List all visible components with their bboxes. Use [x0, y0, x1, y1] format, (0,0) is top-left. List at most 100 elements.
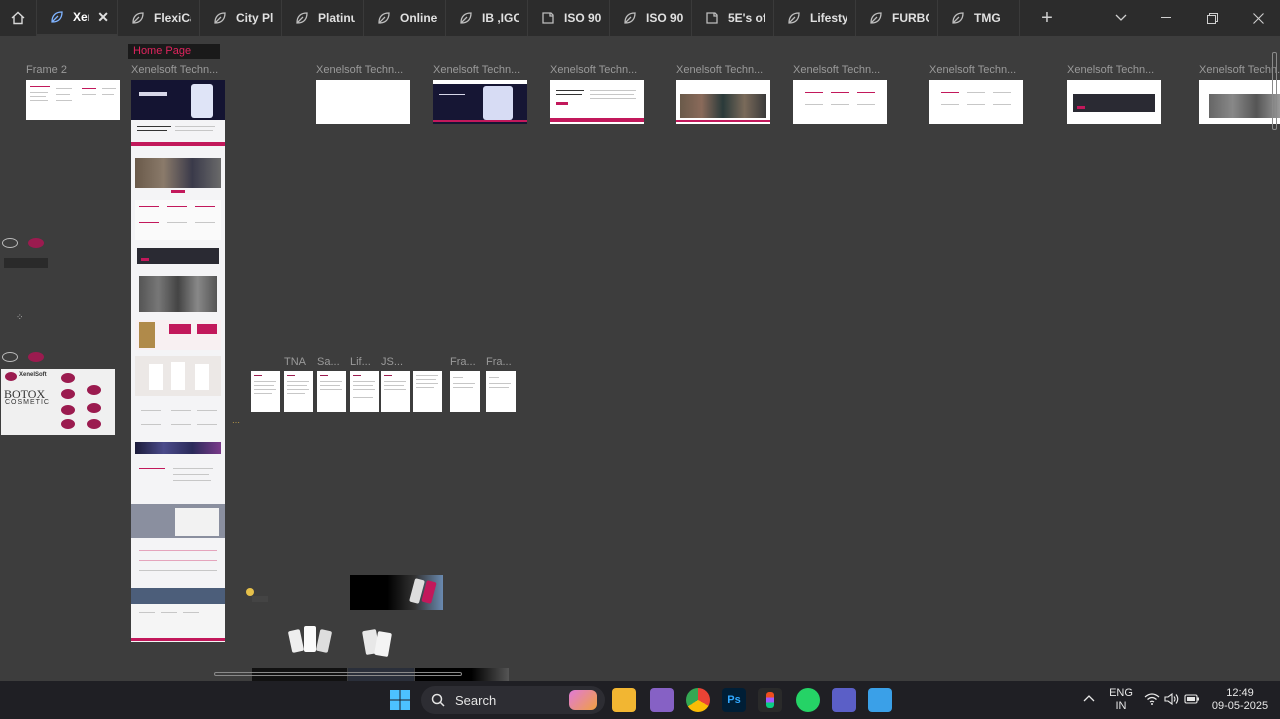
tab-1[interactable]: FlexiCar — [118, 0, 200, 36]
vertical-scrollbar[interactable] — [1272, 52, 1277, 130]
phones-image[interactable] — [287, 626, 333, 656]
tab-3[interactable]: Platinum — [282, 0, 364, 36]
document-thumbnail[interactable] — [450, 371, 480, 412]
homepage-frame-tag[interactable]: Home Page — [128, 44, 220, 59]
tab-label: Platinum — [318, 11, 355, 25]
tab-8[interactable]: 5E's of L — [692, 0, 774, 36]
doc-label[interactable]: Sa... — [317, 356, 347, 368]
phones-image[interactable] — [362, 628, 394, 658]
frame-label[interactable]: Xenelsoft Techn... — [676, 64, 770, 76]
document-thumbnail[interactable] — [486, 371, 516, 412]
frame-thumbnail[interactable] — [1067, 80, 1161, 124]
frame-thumbnail[interactable] — [26, 80, 120, 120]
clock[interactable]: 12:49 09-05-2025 — [1208, 687, 1272, 713]
tab-0[interactable]: Xen ✕ — [37, 0, 118, 36]
file-explorer-icon[interactable] — [612, 688, 636, 712]
restore-button[interactable] — [1189, 0, 1235, 36]
loose-image[interactable] — [242, 584, 270, 604]
figma-file-icon — [214, 12, 226, 24]
doc-label[interactable]: Fra... — [486, 356, 516, 368]
doc-label[interactable]: Fra... — [450, 356, 480, 368]
tab-4[interactable]: Online L — [364, 0, 446, 36]
frame-label[interactable]: Xenelsoft Techn... — [131, 64, 225, 76]
document-thumbnail[interactable] — [251, 371, 280, 412]
language-indicator[interactable]: ENG IN — [1106, 687, 1136, 713]
whatsapp-icon[interactable] — [796, 688, 820, 712]
search-icon — [431, 693, 445, 707]
tab-dropdown-button[interactable] — [1098, 0, 1144, 36]
home-button[interactable] — [0, 0, 37, 36]
frame-label[interactable]: Xenelsoft Techn... — [433, 64, 527, 76]
close-window-button[interactable] — [1235, 0, 1280, 36]
search-highlight-icon — [569, 690, 597, 710]
tab-5[interactable]: IB ,IGCS — [446, 0, 528, 36]
frame-thumbnail[interactable] — [1199, 80, 1280, 124]
node-icon[interactable]: ⁘ — [16, 312, 28, 324]
windows-taskbar: Search Ps ENG IN 12:49 09-05-2025 — [0, 681, 1280, 719]
wifi-icon[interactable] — [1144, 693, 1160, 709]
tab-6[interactable]: ISO 900 — [528, 0, 610, 36]
ellipsis-icon[interactable]: ⋯ — [232, 418, 240, 427]
figma-file-icon — [788, 12, 800, 24]
figma-file-icon — [952, 12, 964, 24]
frame-label[interactable]: Xenelsoft Techn... — [793, 64, 887, 76]
notepad-icon[interactable] — [868, 688, 892, 712]
logo-fragment[interactable] — [2, 352, 48, 364]
tab-2[interactable]: City Plan — [200, 0, 282, 36]
photoshop-icon[interactable]: Ps — [722, 688, 746, 712]
frame-thumbnail[interactable] — [676, 80, 770, 124]
brand-text: XenelSoft — [19, 372, 47, 378]
teams-icon[interactable] — [832, 688, 856, 712]
clock-time: 12:49 — [1226, 687, 1254, 699]
cosmetic-text: COSMETIC — [5, 399, 50, 406]
clipchamp-icon[interactable] — [650, 688, 674, 712]
chevron-up-icon — [1083, 695, 1095, 702]
xenelsoft-logo-fragments[interactable] — [2, 236, 48, 272]
frame-label[interactable]: Xenelsoft Techn... — [929, 64, 1023, 76]
frame-label[interactable]: Xenelsoft Techn... — [1067, 64, 1161, 76]
start-button[interactable] — [388, 688, 412, 712]
frame-label[interactable]: Xenelsoft Techn... — [316, 64, 410, 76]
phone-banner-image[interactable] — [350, 575, 443, 610]
tab-11[interactable]: TMG — [938, 0, 1020, 36]
chevron-down-icon — [1115, 14, 1127, 21]
tab-label: FlexiCar — [154, 11, 191, 25]
frame-thumbnail[interactable] — [550, 80, 644, 124]
show-hidden-icons-button[interactable] — [1082, 693, 1096, 706]
document-thumbnail[interactable] — [350, 371, 379, 412]
figma-icon[interactable] — [758, 688, 782, 712]
tab-7[interactable]: ISO 900 — [610, 0, 692, 36]
doc-label[interactable]: Lif... — [350, 356, 380, 368]
frame-label[interactable]: Xenelsoft Techn... — [550, 64, 644, 76]
frame-thumbnail[interactable] — [316, 80, 410, 124]
doc-label[interactable]: TNA — [284, 356, 314, 368]
taskbar-search-box[interactable]: Search — [421, 686, 605, 714]
figma-file-icon — [378, 12, 390, 24]
tab-9[interactable]: Lifestyle — [774, 0, 856, 36]
search-label: Search — [455, 692, 497, 708]
horizontal-scrollbar[interactable] — [214, 672, 462, 676]
minimize-button[interactable] — [1143, 0, 1189, 36]
frame-thumbnail[interactable] — [793, 80, 887, 124]
frame-label[interactable]: Xenelsoft Techn... — [1199, 64, 1280, 76]
volume-icon[interactable] — [1164, 692, 1180, 709]
frame-label[interactable]: Frame 2 — [26, 64, 120, 76]
document-thumbnail[interactable] — [381, 371, 410, 412]
figma-file-icon — [51, 11, 63, 23]
document-thumbnail[interactable] — [284, 371, 313, 412]
doc-label[interactable]: JS... — [381, 356, 411, 368]
figma-file-icon — [624, 12, 636, 24]
battery-icon[interactable] — [1184, 693, 1200, 709]
document-thumbnail[interactable] — [317, 371, 346, 412]
tab-10[interactable]: FURBOT — [856, 0, 938, 36]
frame-thumbnail[interactable] — [433, 80, 527, 124]
homepage-frame[interactable] — [131, 80, 225, 642]
frame-thumbnail[interactable] — [929, 80, 1023, 124]
new-tab-button[interactable]: + — [1020, 0, 1074, 36]
chrome-icon[interactable] — [686, 688, 710, 712]
close-icon[interactable]: ✕ — [97, 9, 109, 26]
logo-frame[interactable]: XenelSoft BOTOX COSMETIC — [1, 369, 115, 435]
region-code: IN — [1115, 700, 1127, 712]
design-canvas[interactable]: Home Page Frame 2 Xenelsoft Techn... Xen… — [0, 36, 1280, 681]
document-thumbnail[interactable] — [413, 371, 442, 412]
